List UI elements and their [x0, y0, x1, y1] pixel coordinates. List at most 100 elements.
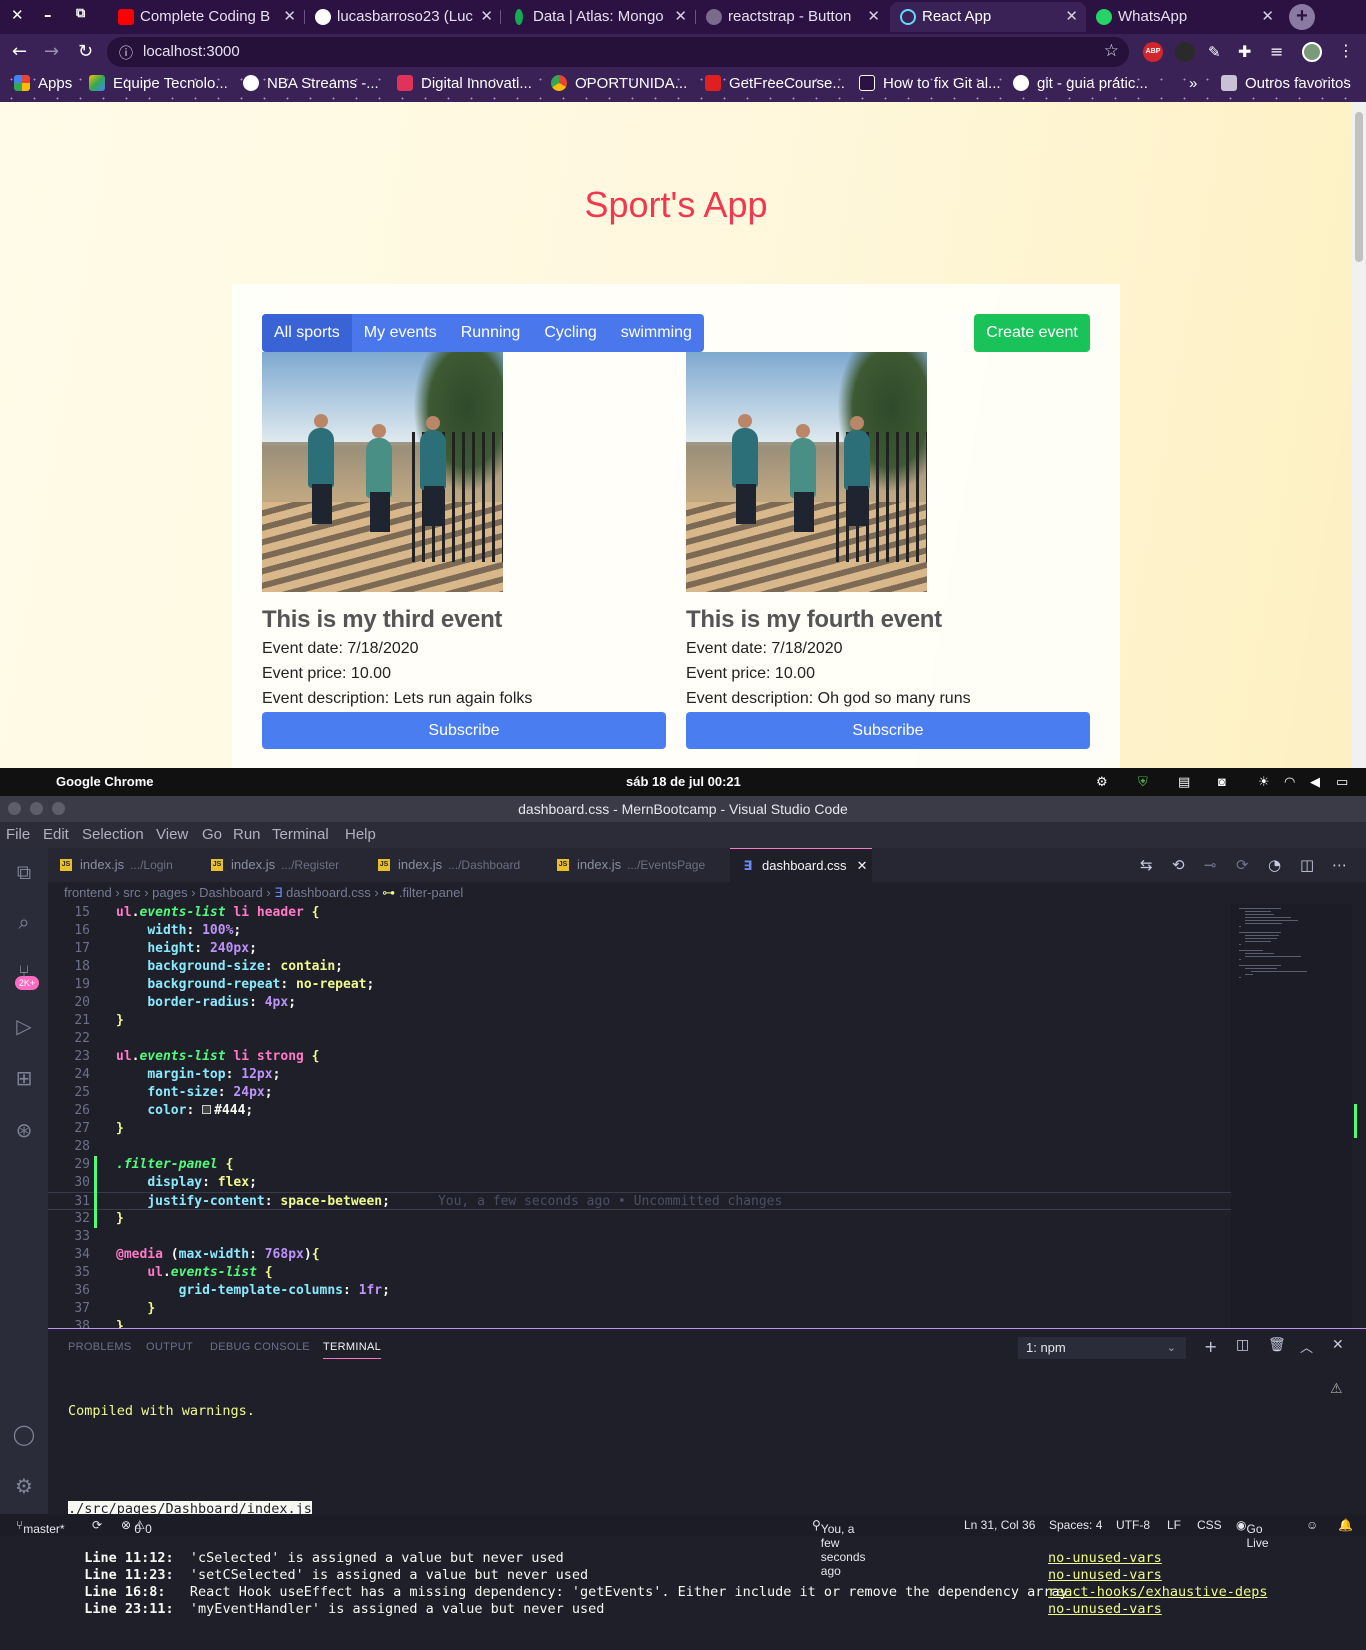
- forward-icon[interactable]: →: [44, 41, 59, 62]
- code-line[interactable]: 38}: [48, 1318, 1231, 1328]
- close-tab-icon[interactable]: ✕: [867, 2, 880, 32]
- bookmark-oportunidades[interactable]: OPORTUNIDA...: [551, 75, 687, 92]
- code-line[interactable]: 23 ul.events-list li strong {: [48, 1048, 1231, 1066]
- code-line[interactable]: 18 background-size: contain;: [48, 958, 1231, 976]
- close-tab-icon[interactable]: ✕: [480, 2, 493, 32]
- eslint-rule-link[interactable]: no-unused-vars: [1048, 1567, 1162, 1584]
- tab-dashboard-index[interactable]: JS index.js .../Dashboard: [366, 848, 544, 882]
- sync-icon[interactable]: ⟳: [92, 1518, 102, 1532]
- menu-go[interactable]: Go: [202, 826, 222, 843]
- filter-swimming[interactable]: swimming: [609, 314, 704, 352]
- notifications-bell-icon[interactable]: 🔔: [1338, 1518, 1353, 1532]
- maximize-panel-icon[interactable]: ︿: [1300, 1337, 1313, 1356]
- problems-indicator[interactable]: ⊗ 0 ⚠ 0: [121, 1518, 152, 1536]
- reload-icon[interactable]: ↻: [78, 41, 93, 62]
- tab-register-index[interactable]: JS index.js .../Register: [199, 848, 365, 882]
- code-line[interactable]: 37 }: [48, 1300, 1231, 1318]
- encoding[interactable]: UTF-8: [1116, 1518, 1150, 1532]
- panel-tab-problems[interactable]: PROBLEMS: [68, 1341, 132, 1353]
- close-tab-icon[interactable]: ✕: [283, 2, 296, 32]
- tab-dashboard-css[interactable]: ∃ dashboard.css ✕: [730, 848, 872, 882]
- close-tab-icon[interactable]: ✕: [674, 2, 687, 32]
- next-change-icon[interactable]: ⟳: [1236, 856, 1249, 874]
- maximize-window-dot[interactable]: [52, 802, 65, 815]
- battery-icon[interactable]: ▭: [1336, 774, 1348, 790]
- filter-cycling[interactable]: Cycling: [532, 314, 608, 352]
- camera-icon[interactable]: ◙: [1218, 774, 1226, 789]
- extensions-icon[interactable]: ⊞: [12, 1066, 36, 1090]
- brightness-icon[interactable]: ☀: [1258, 774, 1270, 790]
- breadcrumb-item[interactable]: pages: [152, 885, 187, 900]
- breadcrumb-item[interactable]: Dashboard: [199, 885, 263, 900]
- new-terminal-icon[interactable]: +: [1204, 1337, 1217, 1356]
- end-of-line[interactable]: LF: [1167, 1518, 1181, 1532]
- code-line[interactable]: 33: [48, 1228, 1231, 1246]
- menu-edit[interactable]: Edit: [43, 826, 69, 843]
- split-editor-icon[interactable]: ◫: [1300, 856, 1314, 874]
- bookmark-equipe[interactable]: Equipe Tecnolo...: [89, 75, 228, 92]
- feedback-icon[interactable]: ☺: [1306, 1518, 1318, 1532]
- create-event-button[interactable]: Create event: [974, 314, 1090, 352]
- terminal-output[interactable]: Compiled with warnings. ./src/pages/Dash…: [68, 1371, 1358, 1650]
- language-mode[interactable]: CSS: [1197, 1518, 1222, 1532]
- open-changes-icon[interactable]: ⇆: [1140, 856, 1153, 874]
- git-blame-status[interactable]: ⚲ You, a few seconds ago: [812, 1518, 866, 1578]
- search-icon[interactable]: ⌕: [12, 910, 36, 934]
- close-tab-icon[interactable]: ✕: [857, 858, 868, 873]
- tab-eventspage-index[interactable]: JS index.js .../EventsPage: [545, 848, 729, 882]
- account-icon[interactable]: ◯: [12, 1422, 36, 1446]
- close-window-dot[interactable]: [8, 802, 21, 815]
- bookmark-star-icon[interactable]: ☆: [1104, 41, 1119, 61]
- settings-gear-icon[interactable]: ⚙: [12, 1474, 36, 1498]
- new-tab-button[interactable]: +: [1289, 4, 1315, 30]
- subscribe-button[interactable]: Subscribe: [686, 712, 1090, 749]
- close-panel-icon[interactable]: ✕: [1332, 1337, 1344, 1353]
- cursor-position[interactable]: Ln 31, Col 36: [964, 1518, 1035, 1532]
- code-line[interactable]: 22: [48, 1030, 1231, 1048]
- bookmark-git-guia[interactable]: git - guia prátic...: [1013, 75, 1148, 92]
- shield-icon[interactable]: ⛨: [1138, 774, 1148, 790]
- volume-icon[interactable]: ◀: [1310, 774, 1320, 790]
- menu-terminal[interactable]: Terminal: [272, 826, 329, 843]
- panel-tab-output[interactable]: OUTPUT: [146, 1341, 193, 1353]
- filter-running[interactable]: Running: [449, 314, 533, 352]
- filter-all-sports[interactable]: All sports: [262, 314, 352, 352]
- code-line[interactable]: 31 justify-content: space-between; You, a…: [48, 1192, 1231, 1210]
- code-line[interactable]: 30 display: flex;: [48, 1174, 1231, 1192]
- go-live-button[interactable]: ◉ Go Live: [1236, 1518, 1269, 1550]
- page-scrollbar[interactable]: [1352, 102, 1366, 768]
- tab-login-index[interactable]: JS index.js .../Login: [48, 848, 198, 882]
- breadcrumb-item[interactable]: src: [123, 885, 140, 900]
- more-actions-icon[interactable]: ⋯: [1332, 856, 1347, 874]
- run-debug-icon[interactable]: ▷: [12, 1014, 36, 1038]
- minimize-window-icon[interactable]: –: [44, 6, 52, 24]
- bookmark-dio[interactable]: Digital Innovati...: [397, 75, 532, 92]
- eyedropper-icon[interactable]: ✎: [1208, 43, 1221, 61]
- code-line[interactable]: 21}: [48, 1012, 1231, 1030]
- clock[interactable]: sáb 18 de jul 00:21: [626, 774, 741, 789]
- previous-change-icon[interactable]: ⟲: [1172, 856, 1185, 874]
- commit-icon[interactable]: ⊸: [1204, 856, 1217, 874]
- code-line[interactable]: 24 margin-top: 12px;: [48, 1066, 1231, 1084]
- more-bookmarks-button[interactable]: »: [1189, 75, 1197, 92]
- code-line[interactable]: 29 .filter-panel {: [48, 1156, 1231, 1174]
- code-line[interactable]: 17 height: 240px;: [48, 940, 1231, 958]
- media-queue-icon[interactable]: ≡: [1270, 42, 1283, 61]
- code-line[interactable]: 36 grid-template-columns: 1fr;: [48, 1282, 1231, 1300]
- code-line[interactable]: 27}: [48, 1120, 1231, 1138]
- menu-selection[interactable]: Selection: [82, 826, 144, 843]
- extension-icon[interactable]: [1175, 42, 1195, 62]
- terminal-select[interactable]: 1: npm ⌄: [1018, 1337, 1186, 1359]
- explorer-icon[interactable]: ⧉: [12, 860, 36, 884]
- code-line[interactable]: 20 border-radius: 4px;: [48, 994, 1231, 1012]
- url-text[interactable]: localhost:3000: [143, 43, 240, 60]
- filter-my-events[interactable]: My events: [352, 314, 449, 352]
- adblock-plus-icon[interactable]: ABP: [1143, 42, 1163, 62]
- bookmark-getfreecourses[interactable]: GetFreeCourse...: [705, 75, 845, 92]
- eslint-rule-link[interactable]: no-unused-vars: [1048, 1601, 1162, 1618]
- profile-avatar[interactable]: [1302, 42, 1322, 62]
- code-line[interactable]: 35 ul.events-list {: [48, 1264, 1231, 1282]
- other-favorites-folder[interactable]: Outros favoritos: [1221, 75, 1351, 92]
- eslint-rule-link[interactable]: react-hooks/exhaustive-deps: [1048, 1584, 1267, 1601]
- indentation[interactable]: Spaces: 4: [1049, 1518, 1102, 1532]
